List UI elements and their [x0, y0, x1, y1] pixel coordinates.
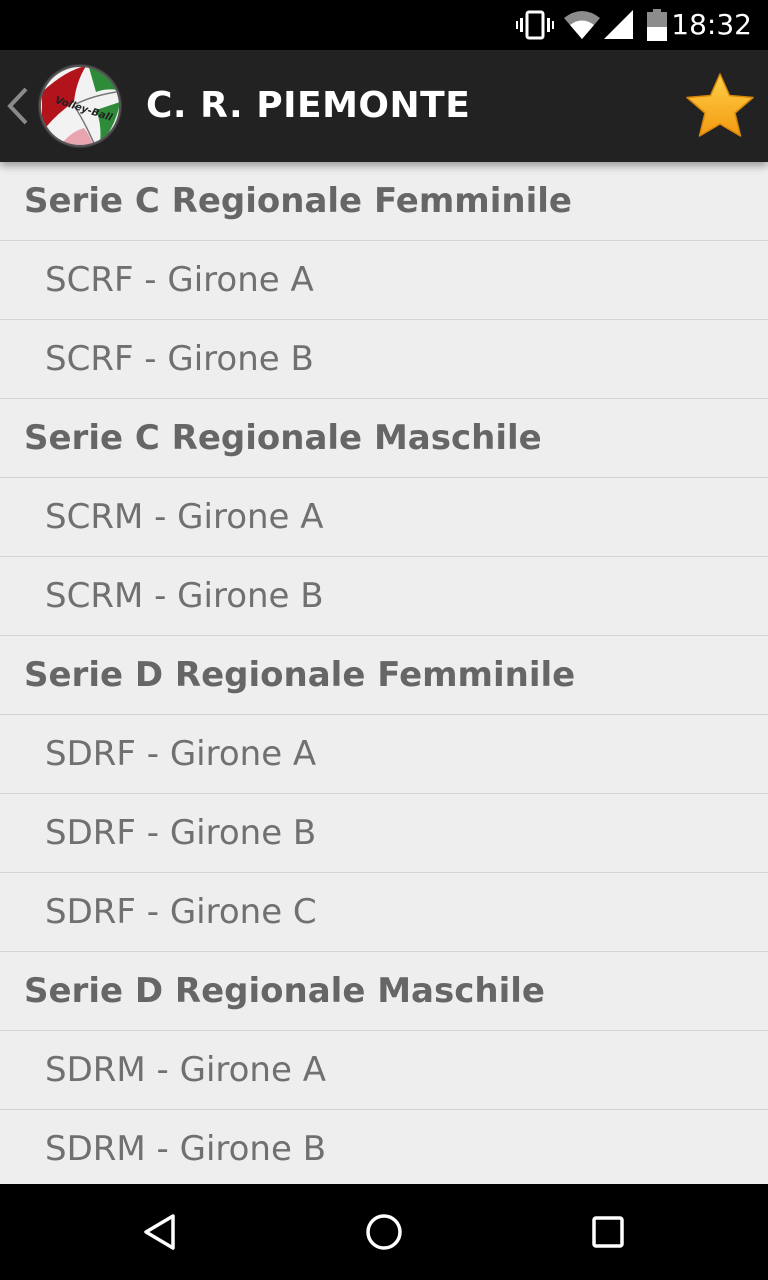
recents-square-icon	[592, 1216, 624, 1248]
section-header: Serie C Regionale Maschile	[0, 399, 768, 478]
chevron-left-icon	[7, 87, 28, 125]
list-item[interactable]: SDRM - Girone A	[0, 1031, 768, 1110]
status-time: 18:32	[671, 8, 752, 41]
list-item[interactable]: SDRF - Girone B	[0, 794, 768, 873]
list-item[interactable]: SCRM - Girone B	[0, 557, 768, 636]
action-bar: Volley-Ball C. R. PIEMONTE	[0, 50, 768, 162]
section-header: Serie D Regionale Maschile	[0, 952, 768, 1031]
screen: 18:32 Volley-Ball C. R. PIEMONTE Serie C…	[0, 0, 768, 1280]
volleyball-logo-icon: Volley-Ball	[38, 64, 122, 148]
nav-recents-button[interactable]	[548, 1184, 668, 1280]
status-bar: 18:32	[0, 0, 768, 50]
navigation-bar	[0, 1184, 768, 1280]
back-triangle-icon	[144, 1214, 175, 1250]
cellular-signal-icon	[602, 0, 636, 50]
section-header: Serie C Regionale Femminile	[0, 162, 768, 241]
list-item[interactable]: SCRM - Girone A	[0, 478, 768, 557]
home-circle-icon	[366, 1214, 402, 1250]
battery-icon	[644, 0, 670, 50]
list-item[interactable]: SDRF - Girone C	[0, 873, 768, 952]
nav-home-button[interactable]	[324, 1184, 444, 1280]
favorite-star-icon[interactable]	[684, 70, 756, 142]
list-item[interactable]: SCRF - Girone A	[0, 241, 768, 320]
vibrate-icon	[514, 0, 556, 50]
list-item[interactable]: SDRF - Girone A	[0, 715, 768, 794]
wifi-icon	[562, 0, 602, 50]
nav-back-button[interactable]	[100, 1184, 220, 1280]
section-header: Serie D Regionale Femminile	[0, 636, 768, 715]
list-item[interactable]: SDRM - Girone B	[0, 1110, 768, 1184]
page-title: C. R. PIEMONTE	[146, 85, 471, 126]
championship-list: Serie C Regionale Femminile SCRF - Giron…	[0, 162, 768, 1184]
up-button[interactable]: Volley-Ball	[0, 50, 130, 162]
list-item[interactable]: SCRF - Girone B	[0, 320, 768, 399]
